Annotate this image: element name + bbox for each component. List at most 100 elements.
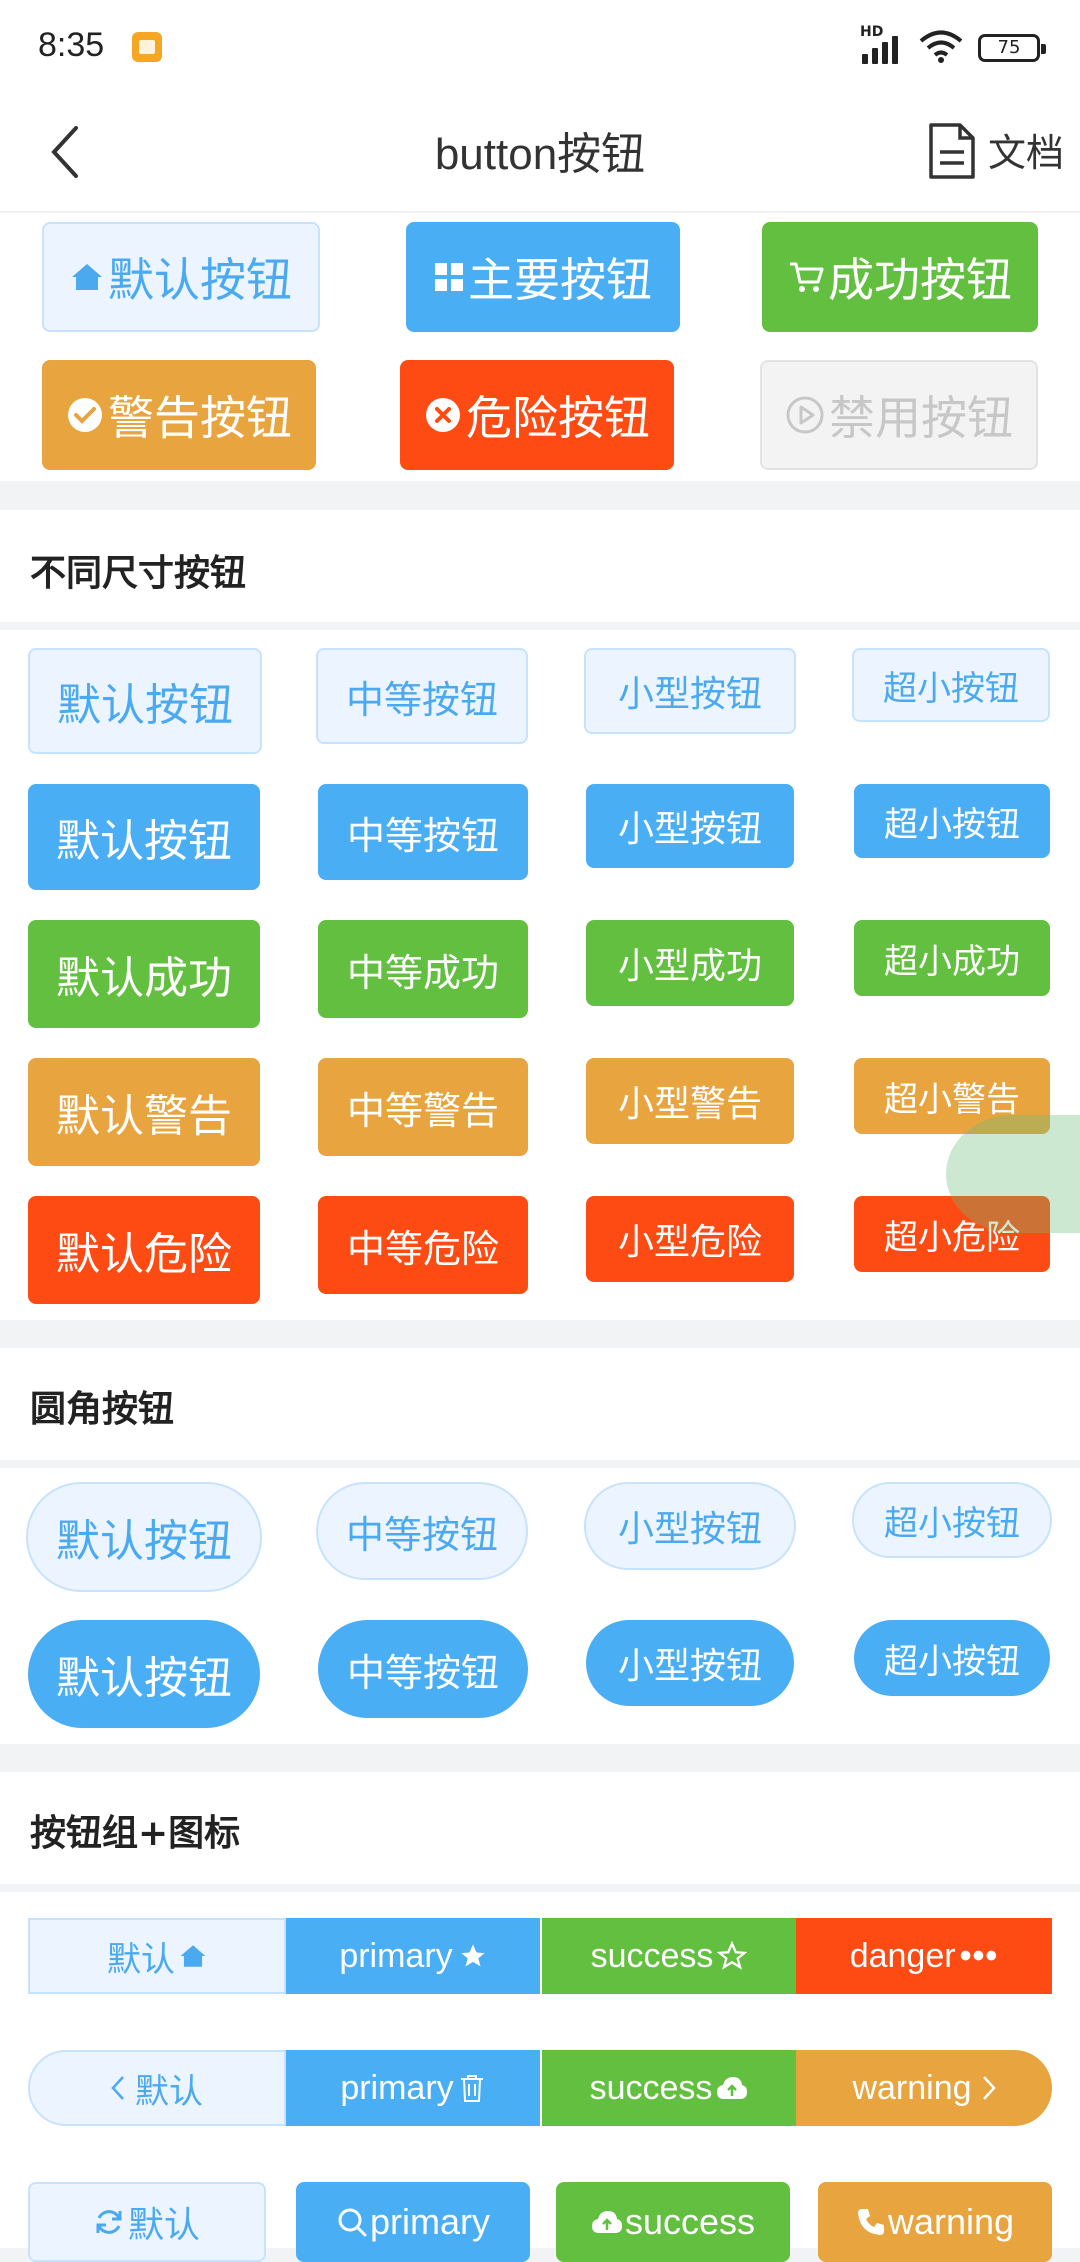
primary-small-button[interactable]: 小型按钮 <box>586 784 794 868</box>
group1-primary-button[interactable]: primary <box>286 1918 540 1994</box>
button-label: 超小按钮 <box>883 668 1019 709</box>
row3-warning-button[interactable]: warning <box>818 2182 1052 2262</box>
primary-small-round-button[interactable]: 小型按钮 <box>586 1620 794 1706</box>
group1-danger-button[interactable]: danger ••• <box>796 1918 1052 1994</box>
button-label: 中等按钮 <box>345 677 498 722</box>
chevron-left-icon <box>111 2075 125 2101</box>
cloud-upload-icon <box>591 2209 623 2235</box>
button-label: 警告按钮 <box>108 391 292 445</box>
default-mini-round-button[interactable]: 超小按钮 <box>852 1482 1052 1558</box>
row3-success-button[interactable]: success <box>556 2182 790 2262</box>
success-mini-button[interactable]: 超小成功 <box>854 920 1050 996</box>
button-label: 默认按钮 <box>57 680 233 731</box>
button-label: 默认按钮 <box>108 253 292 307</box>
button-label: 中等警告 <box>346 1088 499 1133</box>
button-label: 中等按钮 <box>346 1650 499 1695</box>
button-label: primary <box>339 1936 453 1975</box>
button-label: 小型警告 <box>617 1084 762 1125</box>
star-icon <box>459 1942 487 1970</box>
gallery-notification-icon <box>132 32 162 62</box>
signal-icon <box>858 34 906 64</box>
button-label: success <box>624 2201 756 2242</box>
warning-small-button[interactable]: 小型警告 <box>586 1058 794 1144</box>
home-icon <box>179 1943 207 1969</box>
button-label: 小型危险 <box>617 1222 762 1263</box>
primary-mini-round-button[interactable]: 超小按钮 <box>854 1620 1050 1696</box>
default-icon-button[interactable]: 默认按钮 <box>42 222 320 332</box>
button-label: 默认危险 <box>56 1229 232 1280</box>
button-label: warning <box>887 2201 1015 2242</box>
button-label: warning <box>852 2068 972 2107</box>
button-label: 默认按钮 <box>56 1516 232 1567</box>
primary-mini-button[interactable]: 超小按钮 <box>854 784 1050 858</box>
warning-icon-button[interactable]: 警告按钮 <box>42 360 316 470</box>
disabled-icon-button: 禁用按钮 <box>760 360 1038 470</box>
button-label: 超小按钮 <box>884 1641 1020 1682</box>
default-large-round-button[interactable]: 默认按钮 <box>26 1482 262 1592</box>
button-label: 默认成功 <box>56 953 232 1004</box>
group2-default-button[interactable]: 默认 <box>28 2050 286 2126</box>
button-label: 中等按钮 <box>346 813 499 858</box>
button-label: 默认按钮 <box>56 1653 232 1704</box>
play-circle-icon <box>785 395 825 435</box>
success-medium-button[interactable]: 中等成功 <box>318 920 528 1018</box>
default-medium-round-button[interactable]: 中等按钮 <box>316 1482 528 1580</box>
button-label: danger <box>849 1936 956 1975</box>
button-label: 超小按钮 <box>884 1503 1020 1544</box>
button-label: 默认 <box>127 2204 200 2245</box>
button-label: 默认 <box>107 1940 175 1979</box>
warning-medium-button[interactable]: 中等警告 <box>318 1058 528 1156</box>
search-icon <box>336 2206 368 2238</box>
primary-large-round-button[interactable]: 默认按钮 <box>28 1620 260 1728</box>
section-title-sizes: 不同尺寸按钮 <box>30 553 247 594</box>
group2-primary-button[interactable]: primary <box>286 2050 540 2126</box>
refresh-icon <box>94 2207 124 2237</box>
success-small-button[interactable]: 小型成功 <box>586 920 794 1006</box>
button-label: primary <box>369 2201 490 2242</box>
button-label: 超小成功 <box>884 941 1020 982</box>
primary-medium-button[interactable]: 中等按钮 <box>318 784 528 880</box>
battery-icon: 75 <box>978 34 1046 62</box>
button-label: 小型按钮 <box>617 1646 762 1687</box>
button-label: success <box>590 1936 714 1975</box>
doc-link[interactable]: 文档 <box>988 122 1064 177</box>
default-small-button[interactable]: 小型按钮 <box>584 648 796 734</box>
button-label: 成功按钮 <box>828 253 1012 307</box>
check-circle-icon <box>66 396 104 434</box>
group2-success-button[interactable]: success <box>540 2050 796 2126</box>
default-mini-button[interactable]: 超小按钮 <box>852 648 1050 722</box>
group2-warning-button[interactable]: warning <box>796 2050 1052 2126</box>
status-time: 8:35 <box>38 26 105 64</box>
danger-medium-button[interactable]: 中等危险 <box>318 1196 528 1294</box>
default-large-button[interactable]: 默认按钮 <box>28 648 262 754</box>
group1-default-button[interactable]: 默认 <box>28 1918 286 1994</box>
page-title: button按钮 <box>434 130 646 179</box>
button-label: 禁用按钮 <box>829 391 1013 445</box>
group1-success-button[interactable]: success <box>540 1918 796 1994</box>
primary-medium-round-button[interactable]: 中等按钮 <box>318 1620 528 1718</box>
default-medium-button[interactable]: 中等按钮 <box>316 648 528 744</box>
document-icon[interactable] <box>928 122 976 180</box>
success-large-button[interactable]: 默认成功 <box>28 920 260 1028</box>
danger-small-button[interactable]: 小型危险 <box>586 1196 794 1282</box>
button-label: success <box>589 2068 713 2107</box>
success-icon-button[interactable]: 成功按钮 <box>762 222 1038 332</box>
phone-icon <box>856 2207 886 2237</box>
button-label: 小型成功 <box>617 946 762 987</box>
warning-large-button[interactable]: 默认警告 <box>28 1058 260 1166</box>
primary-icon-button[interactable]: 主要按钮 <box>406 222 680 332</box>
row3-default-button[interactable]: 默认 <box>28 2182 266 2262</box>
button-label: 危险按钮 <box>466 391 650 445</box>
button-label: 小型按钮 <box>617 809 762 850</box>
cloud-upload-icon <box>716 2075 748 2101</box>
more-icon: ••• <box>959 1936 999 1975</box>
wifi-icon <box>918 30 964 64</box>
star-outline-icon <box>717 1941 748 1971</box>
primary-large-button[interactable]: 默认按钮 <box>28 784 260 890</box>
home-icon <box>70 262 104 292</box>
row3-primary-button[interactable]: primary <box>296 2182 530 2262</box>
danger-icon-button[interactable]: 危险按钮 <box>400 360 674 470</box>
danger-large-button[interactable]: 默认危险 <box>28 1196 260 1304</box>
default-small-round-button[interactable]: 小型按钮 <box>584 1482 796 1570</box>
button-label: 默认警告 <box>56 1091 232 1142</box>
